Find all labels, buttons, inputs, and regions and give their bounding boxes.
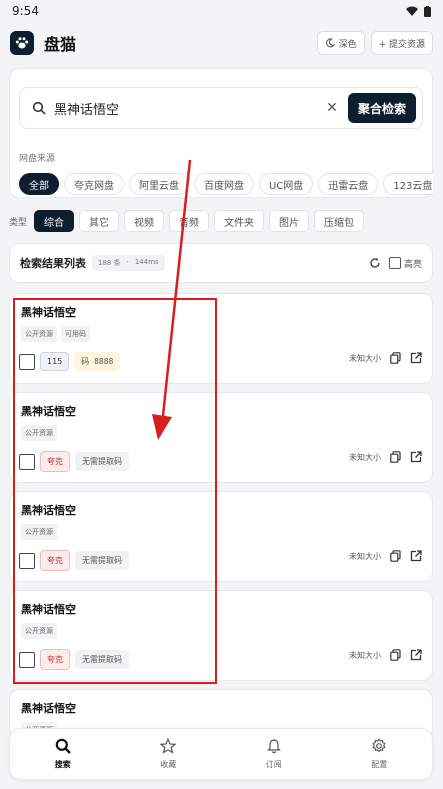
nav-favorites[interactable]: 收藏 xyxy=(116,729,222,779)
search-icon xyxy=(55,738,71,754)
nav-settings[interactable]: 配置 xyxy=(327,729,433,779)
nav-settings-label: 配置 xyxy=(371,760,388,769)
nav-search-label: 搜索 xyxy=(54,760,71,769)
bell-icon xyxy=(266,739,281,754)
gear-icon xyxy=(372,738,386,753)
nav-subscribe-label: 订阅 xyxy=(265,760,282,769)
nav-favorites-label: 收藏 xyxy=(160,760,177,769)
annotation-arrow xyxy=(152,159,192,440)
star-icon xyxy=(160,738,177,754)
nav-subscribe[interactable]: 订阅 xyxy=(221,729,327,779)
nav-search[interactable]: 搜索 xyxy=(10,729,116,779)
bottom-nav: 搜索 收藏 订阅 配置 xyxy=(9,728,433,780)
